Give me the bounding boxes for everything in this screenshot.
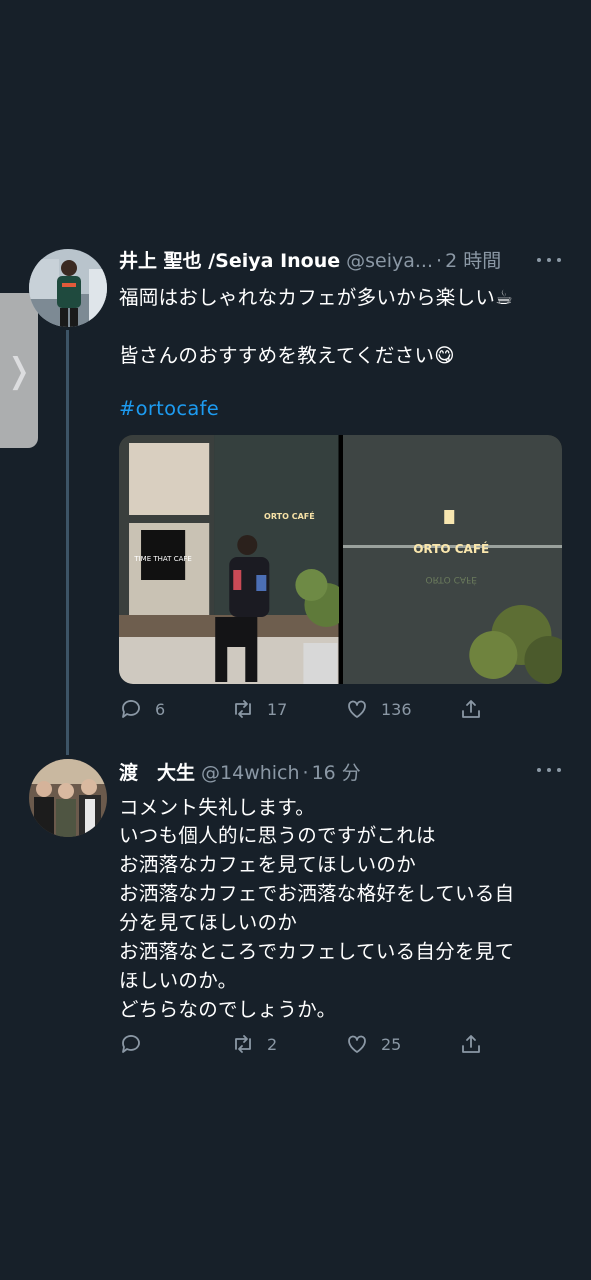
share-button[interactable] bbox=[459, 1032, 483, 1056]
user-handle[interactable]: @14which bbox=[201, 762, 300, 784]
like-button[interactable]: 25 bbox=[345, 1032, 401, 1056]
timestamp[interactable]: 2 時間 bbox=[445, 246, 501, 273]
tweet-header: 渡 大生 @14which · 16 分 bbox=[119, 758, 361, 785]
user-handle[interactable]: @seiya... bbox=[346, 250, 433, 272]
share-icon bbox=[462, 700, 480, 718]
poster-text: TIME THAT CAFE bbox=[133, 555, 192, 563]
tweet-text-line: いつも個人的に思うのですがこれは bbox=[119, 824, 436, 847]
timestamp[interactable]: 16 分 bbox=[312, 758, 361, 785]
avatar-watari-taisei[interactable] bbox=[29, 759, 107, 837]
more-options-icon[interactable] bbox=[537, 765, 561, 775]
share-icon bbox=[462, 1035, 480, 1053]
tweet-text-line: お洒落なカフェを見てほしいのか bbox=[119, 853, 417, 876]
share-button[interactable] bbox=[459, 697, 483, 721]
tweet-media[interactable]: TIME THAT CAFE ORTO CAFÉ ORTO CAFÉ ORTO … bbox=[119, 435, 562, 684]
retweet-button[interactable]: 2 bbox=[231, 1032, 277, 1056]
tweet-header: 井上 聖也 /Seiya Inoue @seiya... · 2 時間 bbox=[119, 246, 501, 273]
like-count: 25 bbox=[381, 1034, 402, 1054]
retweet-icon bbox=[235, 700, 251, 718]
avatar-seiya-inoue[interactable] bbox=[29, 249, 107, 327]
sign-reflection-text: ORTO CAFÉ bbox=[425, 574, 477, 586]
hashtag-link[interactable]: #ortocafe bbox=[119, 397, 219, 420]
sidebar-toggle-tab[interactable]: ❭ bbox=[0, 293, 38, 448]
tweet-text-line: 皆さんのおすすめを教えてください😋 bbox=[119, 344, 455, 367]
retweet-count: 2 bbox=[267, 1034, 278, 1054]
retweet-button[interactable]: 17 bbox=[231, 697, 287, 721]
sign-text: ORTO CAFÉ bbox=[413, 541, 489, 556]
tweet-text-line: ほしいのか。 bbox=[119, 969, 238, 992]
separator-dot: · bbox=[302, 762, 309, 784]
reply-icon bbox=[122, 700, 140, 718]
reply-icon bbox=[122, 1035, 140, 1053]
reply-count: 6 bbox=[155, 699, 166, 719]
reply-button[interactable] bbox=[119, 1032, 155, 1056]
display-name[interactable]: 井上 聖也 /Seiya Inoue bbox=[119, 246, 340, 273]
tweet-text-line: 福岡はおしゃれなカフェが多いから楽しい☕ bbox=[119, 286, 513, 309]
like-button[interactable]: 136 bbox=[345, 697, 412, 721]
display-name[interactable]: 渡 大生 bbox=[119, 758, 195, 785]
photo-cafe-sign[interactable]: ORTO CAFÉ ORTO CAFÉ bbox=[342, 435, 562, 684]
thread-connector-line bbox=[66, 330, 69, 755]
separator-dot: · bbox=[436, 250, 443, 272]
tweet-actions: 6 17 136 bbox=[119, 697, 489, 725]
tweet-text-line: お洒落なカフェでお洒落な格好をしている自 bbox=[119, 882, 515, 905]
more-options-icon[interactable] bbox=[537, 255, 561, 265]
chevron-right-icon: ❭ bbox=[4, 350, 34, 391]
retweet-count: 17 bbox=[267, 699, 288, 719]
tweet-actions: 2 25 bbox=[119, 1032, 489, 1060]
like-count: 136 bbox=[381, 699, 412, 719]
tweet-text-line: お洒落なところでカフェしている自分を見て bbox=[119, 940, 515, 963]
tweet-text-line: コメント失礼します。 bbox=[119, 796, 316, 819]
sign-text: ORTO CAFÉ bbox=[264, 510, 315, 521]
heart-icon bbox=[348, 1035, 366, 1053]
tweet-text-line: どちらなのでしょうか。 bbox=[119, 998, 337, 1021]
reply-button[interactable]: 6 bbox=[119, 697, 165, 721]
tweet-text-line: 分を見てほしいのか bbox=[119, 911, 298, 934]
timeline-page: ❭ 井上 聖也 /Seiya Inoue @seiya... · 2 時間 福岡… bbox=[0, 0, 591, 1280]
retweet-icon bbox=[235, 1035, 251, 1053]
photo-cafe-storefront[interactable]: TIME THAT CAFE ORTO CAFÉ bbox=[119, 435, 339, 684]
heart-icon bbox=[348, 700, 366, 718]
